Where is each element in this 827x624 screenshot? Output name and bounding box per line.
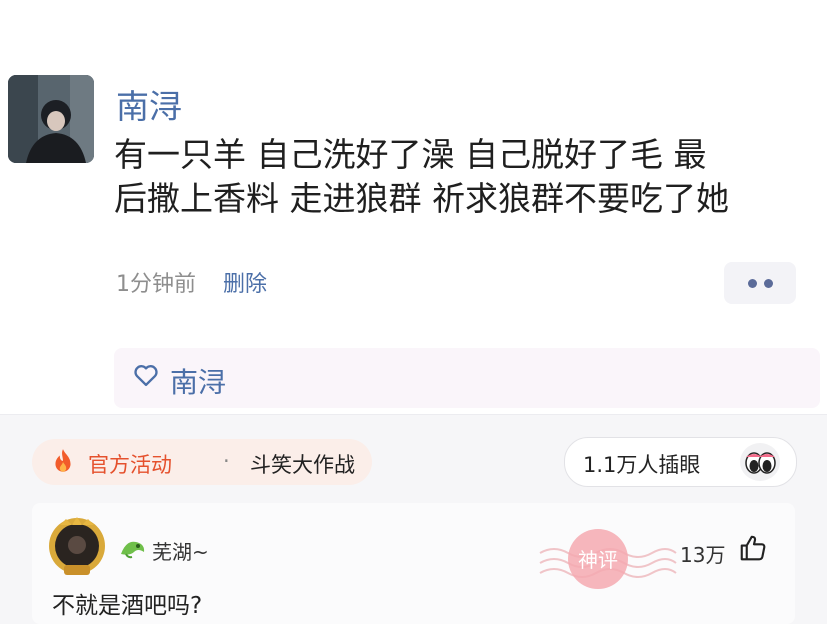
event-tag[interactable]: 官方活动 · 斗笑大作战: [32, 439, 372, 485]
post-meta: 1分钟前 删除: [116, 266, 267, 298]
liker-name[interactable]: 南浔: [170, 361, 226, 401]
stamp-text: 神评: [578, 548, 618, 572]
post-time: 1分钟前: [116, 272, 196, 297]
event-name: 斗笑大作战: [250, 453, 355, 477]
more-button[interactable]: [724, 262, 796, 304]
fire-icon: [55, 449, 71, 472]
thumb-up-icon[interactable]: [738, 533, 768, 563]
post-card: 南浔 有一只羊 自己洗好了澡 自己脱好了毛 最 后撒上香料 走进狼群 祈求狼群不…: [0, 0, 827, 415]
views-count: 1.1万人插眼: [583, 453, 701, 477]
post-content-line: 有一只羊 自己洗好了澡 自己脱好了毛 最: [114, 135, 707, 174]
dragon-icon: [121, 541, 145, 559]
eyes-icon: [740, 443, 780, 481]
heart-icon[interactable]: [132, 361, 160, 389]
views-button[interactable]: 1.1万人插眼: [564, 437, 797, 487]
more-icon: [748, 279, 757, 288]
likes-row: 南浔: [114, 348, 820, 408]
post-content: 有一只羊 自己洗好了澡 自己脱好了毛 最 后撒上香料 走进狼群 祈求狼群不要吃了…: [114, 133, 814, 221]
more-icon: [764, 279, 773, 288]
comment-card: 芜湖~ 神评 13万 不就是酒吧吗?: [32, 503, 795, 624]
author-name[interactable]: 南浔: [116, 80, 182, 128]
event-label: 官方活动: [88, 453, 172, 477]
author-avatar[interactable]: [8, 75, 94, 163]
comment-username[interactable]: 芜湖~: [152, 536, 209, 565]
comment-text: 不就是酒吧吗?: [52, 593, 203, 619]
comment-like-count: 13万: [680, 543, 726, 567]
delete-button[interactable]: 删除: [223, 272, 267, 297]
post-content-line: 后撒上香料 走进狼群 祈求狼群不要吃了她: [114, 179, 729, 218]
separator: ·: [223, 449, 230, 473]
badge-avatar[interactable]: [46, 515, 108, 581]
stamp: 神评: [539, 529, 677, 589]
